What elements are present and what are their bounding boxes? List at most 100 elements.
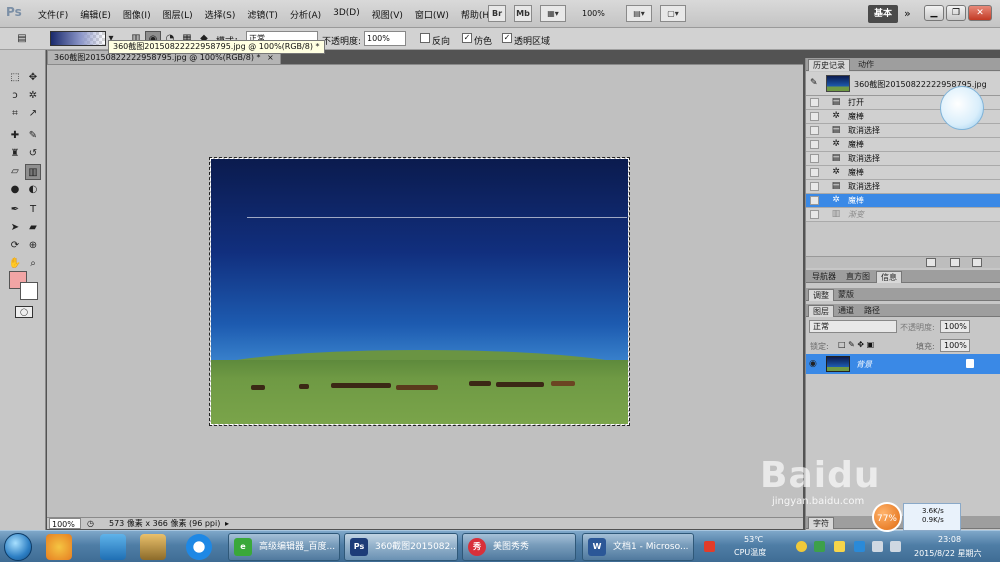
quick-mask-icon[interactable]: ◯ xyxy=(15,306,33,318)
tab-paths[interactable]: 路径 xyxy=(860,305,884,317)
arrange-documents-button[interactable]: ▤▾ xyxy=(626,5,652,22)
dodge-tool-icon[interactable]: ◐ xyxy=(25,182,41,198)
marquee-tool-icon[interactable]: ⬚ xyxy=(7,70,23,86)
dither-checkbox[interactable]: ✓ xyxy=(462,33,472,43)
view-extras-button[interactable]: ▦▾ xyxy=(540,5,566,22)
tray-app-icon[interactable] xyxy=(814,541,825,552)
blur-tool-icon[interactable]: ● xyxy=(7,182,23,198)
history-step-current[interactable]: ✲ 魔棒 xyxy=(806,194,1000,208)
gradient-editor-swatch[interactable] xyxy=(50,31,106,46)
clock-time[interactable]: 23:08 xyxy=(938,535,961,544)
status-menu-arrow-icon[interactable]: ▸ xyxy=(225,518,229,529)
brush-tool-icon[interactable]: ✎ xyxy=(25,128,41,144)
fill-input[interactable]: 100% xyxy=(940,339,970,352)
shape-tool-icon[interactable]: ▰ xyxy=(25,220,41,236)
history-step[interactable]: ▤ 取消选择 xyxy=(806,152,1000,166)
hand-tool-icon[interactable]: ✋ xyxy=(7,256,23,272)
create-snapshot-icon[interactable] xyxy=(950,258,960,267)
tab-actions[interactable]: 动作 xyxy=(854,59,878,71)
workspace-essentials-button[interactable]: 基本 xyxy=(868,5,898,23)
type-tool-icon[interactable]: T xyxy=(25,202,41,218)
magic-wand-tool-icon[interactable]: ✲ xyxy=(25,88,41,104)
history-step[interactable]: ✲ 魔棒 xyxy=(806,166,1000,180)
history-step-undone[interactable]: ▥ 渐变 xyxy=(806,208,1000,222)
task-meitu[interactable]: 秀 美图秀秀 xyxy=(462,533,576,561)
menu-image[interactable]: 图像(I) xyxy=(123,8,151,21)
history-brush-tool-icon[interactable]: ↺ xyxy=(25,146,41,162)
gradient-tool-preset-icon[interactable]: ▤ xyxy=(14,31,30,47)
lock-icon[interactable]: □ ✎ ✥ ▣ xyxy=(838,340,874,349)
file-explorer-icon[interactable] xyxy=(140,534,166,560)
close-window-button[interactable]: ✕ xyxy=(968,5,992,21)
screen-mode-button[interactable]: ▢▾ xyxy=(660,5,686,22)
task-word[interactable]: W 文档1 - Microso... xyxy=(582,533,694,561)
gradient-tool-icon[interactable]: ▥ xyxy=(25,164,41,180)
bird-app-icon[interactable] xyxy=(100,534,126,560)
menu-filter[interactable]: 滤镜(T) xyxy=(247,8,278,21)
tab-adjustments[interactable]: 调整 xyxy=(808,289,834,301)
bridge-button[interactable]: Br xyxy=(488,5,506,22)
3d-rotate-tool-icon[interactable]: ⟳ xyxy=(7,238,23,254)
tab-masks[interactable]: 蒙版 xyxy=(834,289,858,301)
tab-history[interactable]: 历史记录 xyxy=(808,59,850,71)
tab-navigator[interactable]: 导航器 xyxy=(808,271,840,283)
reverse-checkbox[interactable] xyxy=(420,33,430,43)
tab-histogram[interactable]: 直方图 xyxy=(842,271,874,283)
transparency-checkbox[interactable]: ✓ xyxy=(502,33,512,43)
volume-icon[interactable] xyxy=(890,541,901,552)
tray-app-icon[interactable] xyxy=(796,541,807,552)
start-button[interactable] xyxy=(4,533,32,561)
menu-file[interactable]: 文件(F) xyxy=(38,8,68,21)
memory-badge[interactable]: 77% xyxy=(872,502,902,532)
new-document-from-state-icon[interactable] xyxy=(926,258,936,267)
minimize-button[interactable]: ▁ xyxy=(924,5,944,21)
tab-info[interactable]: 信息 xyxy=(876,271,902,283)
status-info-icon[interactable]: ◷ xyxy=(87,518,94,529)
tab-channels[interactable]: 通道 xyxy=(834,305,858,317)
close-tab-icon[interactable]: × xyxy=(267,53,274,62)
network-icon[interactable] xyxy=(872,541,883,552)
meitu-bird-icon[interactable] xyxy=(940,86,984,130)
menu-3d[interactable]: 3D(D) xyxy=(333,8,360,21)
document-image[interactable] xyxy=(209,157,630,426)
mini-bridge-button[interactable]: Mb xyxy=(514,5,532,22)
eraser-tool-icon[interactable]: ▱ xyxy=(7,164,23,180)
eye-icon[interactable]: ◉ xyxy=(809,359,821,369)
pen-tool-icon[interactable]: ✒ xyxy=(7,202,23,218)
move-tool-icon[interactable]: ✥ xyxy=(25,70,41,86)
path-selection-tool-icon[interactable]: ➤ xyxy=(7,220,23,236)
trash-icon[interactable] xyxy=(972,258,982,267)
menu-view[interactable]: 视图(V) xyxy=(372,8,403,21)
opacity-input[interactable]: 100% xyxy=(364,31,406,46)
canvas-area[interactable] xyxy=(47,65,803,517)
brush-source-icon[interactable]: ✎ xyxy=(810,78,818,88)
media-player-icon[interactable] xyxy=(186,534,212,560)
eyedropper-tool-icon[interactable]: ↗ xyxy=(25,106,41,122)
layer-opacity-input[interactable]: 100% xyxy=(940,320,970,333)
history-step[interactable]: ✲ 魔棒 xyxy=(806,138,1000,152)
menu-window[interactable]: 窗口(W) xyxy=(415,8,449,21)
tray-app-icon[interactable] xyxy=(854,541,865,552)
layer-background[interactable]: ◉ 背景 xyxy=(806,354,1000,374)
blend-mode-select[interactable]: 正常 xyxy=(809,320,897,333)
tray-app-icon[interactable] xyxy=(834,541,845,552)
clone-stamp-tool-icon[interactable]: ♜ xyxy=(7,146,23,162)
zoom-level-select[interactable]: 100% xyxy=(582,9,605,18)
restore-button[interactable]: ❐ xyxy=(946,5,966,21)
3d-orbit-tool-icon[interactable]: ⊕ xyxy=(25,238,41,254)
status-zoom-input[interactable]: 100% xyxy=(49,518,81,529)
menu-analysis[interactable]: 分析(A) xyxy=(290,8,321,21)
task-photoshop[interactable]: Ps 360截图2015082... xyxy=(344,533,458,561)
more-workspaces-icon[interactable]: » xyxy=(904,7,911,20)
clock-date[interactable]: 2015/8/22 星期六 xyxy=(914,548,982,559)
history-step[interactable]: ▤ 取消选择 xyxy=(806,180,1000,194)
antivirus-icon[interactable] xyxy=(704,541,715,552)
menu-edit[interactable]: 编辑(E) xyxy=(80,8,111,21)
360-icon[interactable] xyxy=(46,534,72,560)
crop-tool-icon[interactable]: ⌗ xyxy=(7,106,23,122)
zoom-tool-icon[interactable]: ⌕ xyxy=(25,256,41,272)
menu-layer[interactable]: 图层(L) xyxy=(163,8,193,21)
background-color-swatch[interactable] xyxy=(20,282,38,300)
healing-brush-tool-icon[interactable]: ✚ xyxy=(7,128,23,144)
lasso-tool-icon[interactable]: ↄ xyxy=(7,88,23,104)
